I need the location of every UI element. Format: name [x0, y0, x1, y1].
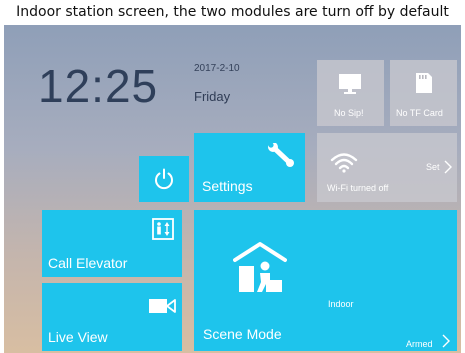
sd-card-icon: [416, 73, 432, 93]
scene-location-text: Indoor: [328, 299, 354, 309]
wifi-set-label[interactable]: Set: [426, 162, 440, 172]
weekday-display: Friday: [194, 89, 231, 104]
clock-time: 12:25: [38, 60, 159, 112]
no-tf-card-label: No TF Card: [396, 108, 443, 118]
settings-button[interactable]: Settings: [194, 133, 305, 202]
monitor-icon: [339, 74, 361, 94]
live-view-button[interactable]: Live View: [42, 283, 182, 351]
scene-status-text: Armed: [406, 339, 433, 349]
power-icon: [155, 168, 173, 190]
screenshot-caption: Indoor station screen, the two modules a…: [16, 4, 449, 20]
wifi-status-text: Wi-Fi turned off: [327, 183, 389, 193]
call-elevator-label: Call Elevator: [48, 255, 128, 271]
home-person-icon: [233, 242, 287, 292]
settings-label: Settings: [202, 178, 253, 194]
call-elevator-button[interactable]: Call Elevator: [42, 210, 182, 277]
live-view-label: Live View: [48, 329, 108, 345]
wifi-icon: [330, 153, 358, 173]
chevron-right-icon: [444, 160, 452, 174]
wrench-icon: [268, 143, 294, 167]
elevator-icon: [152, 218, 174, 240]
video-camera-icon: [149, 299, 176, 313]
no-sip-label: No Sip!: [334, 108, 364, 118]
sip-status-tile[interactable]: No Sip!: [317, 60, 384, 126]
power-button[interactable]: [139, 156, 189, 202]
tf-card-status-tile[interactable]: No TF Card: [390, 60, 457, 126]
indoor-station-screen: 12:25 2017-2-10 Friday Settings No Sip!: [4, 25, 461, 353]
chevron-right-icon: [442, 334, 450, 348]
wifi-tile[interactable]: Wi-Fi turned off Set: [317, 133, 457, 202]
scene-mode-label: Scene Mode: [203, 326, 282, 342]
scene-mode-button[interactable]: Indoor Armed Scene Mode: [194, 210, 457, 351]
date-display: 2017-2-10: [194, 63, 240, 74]
